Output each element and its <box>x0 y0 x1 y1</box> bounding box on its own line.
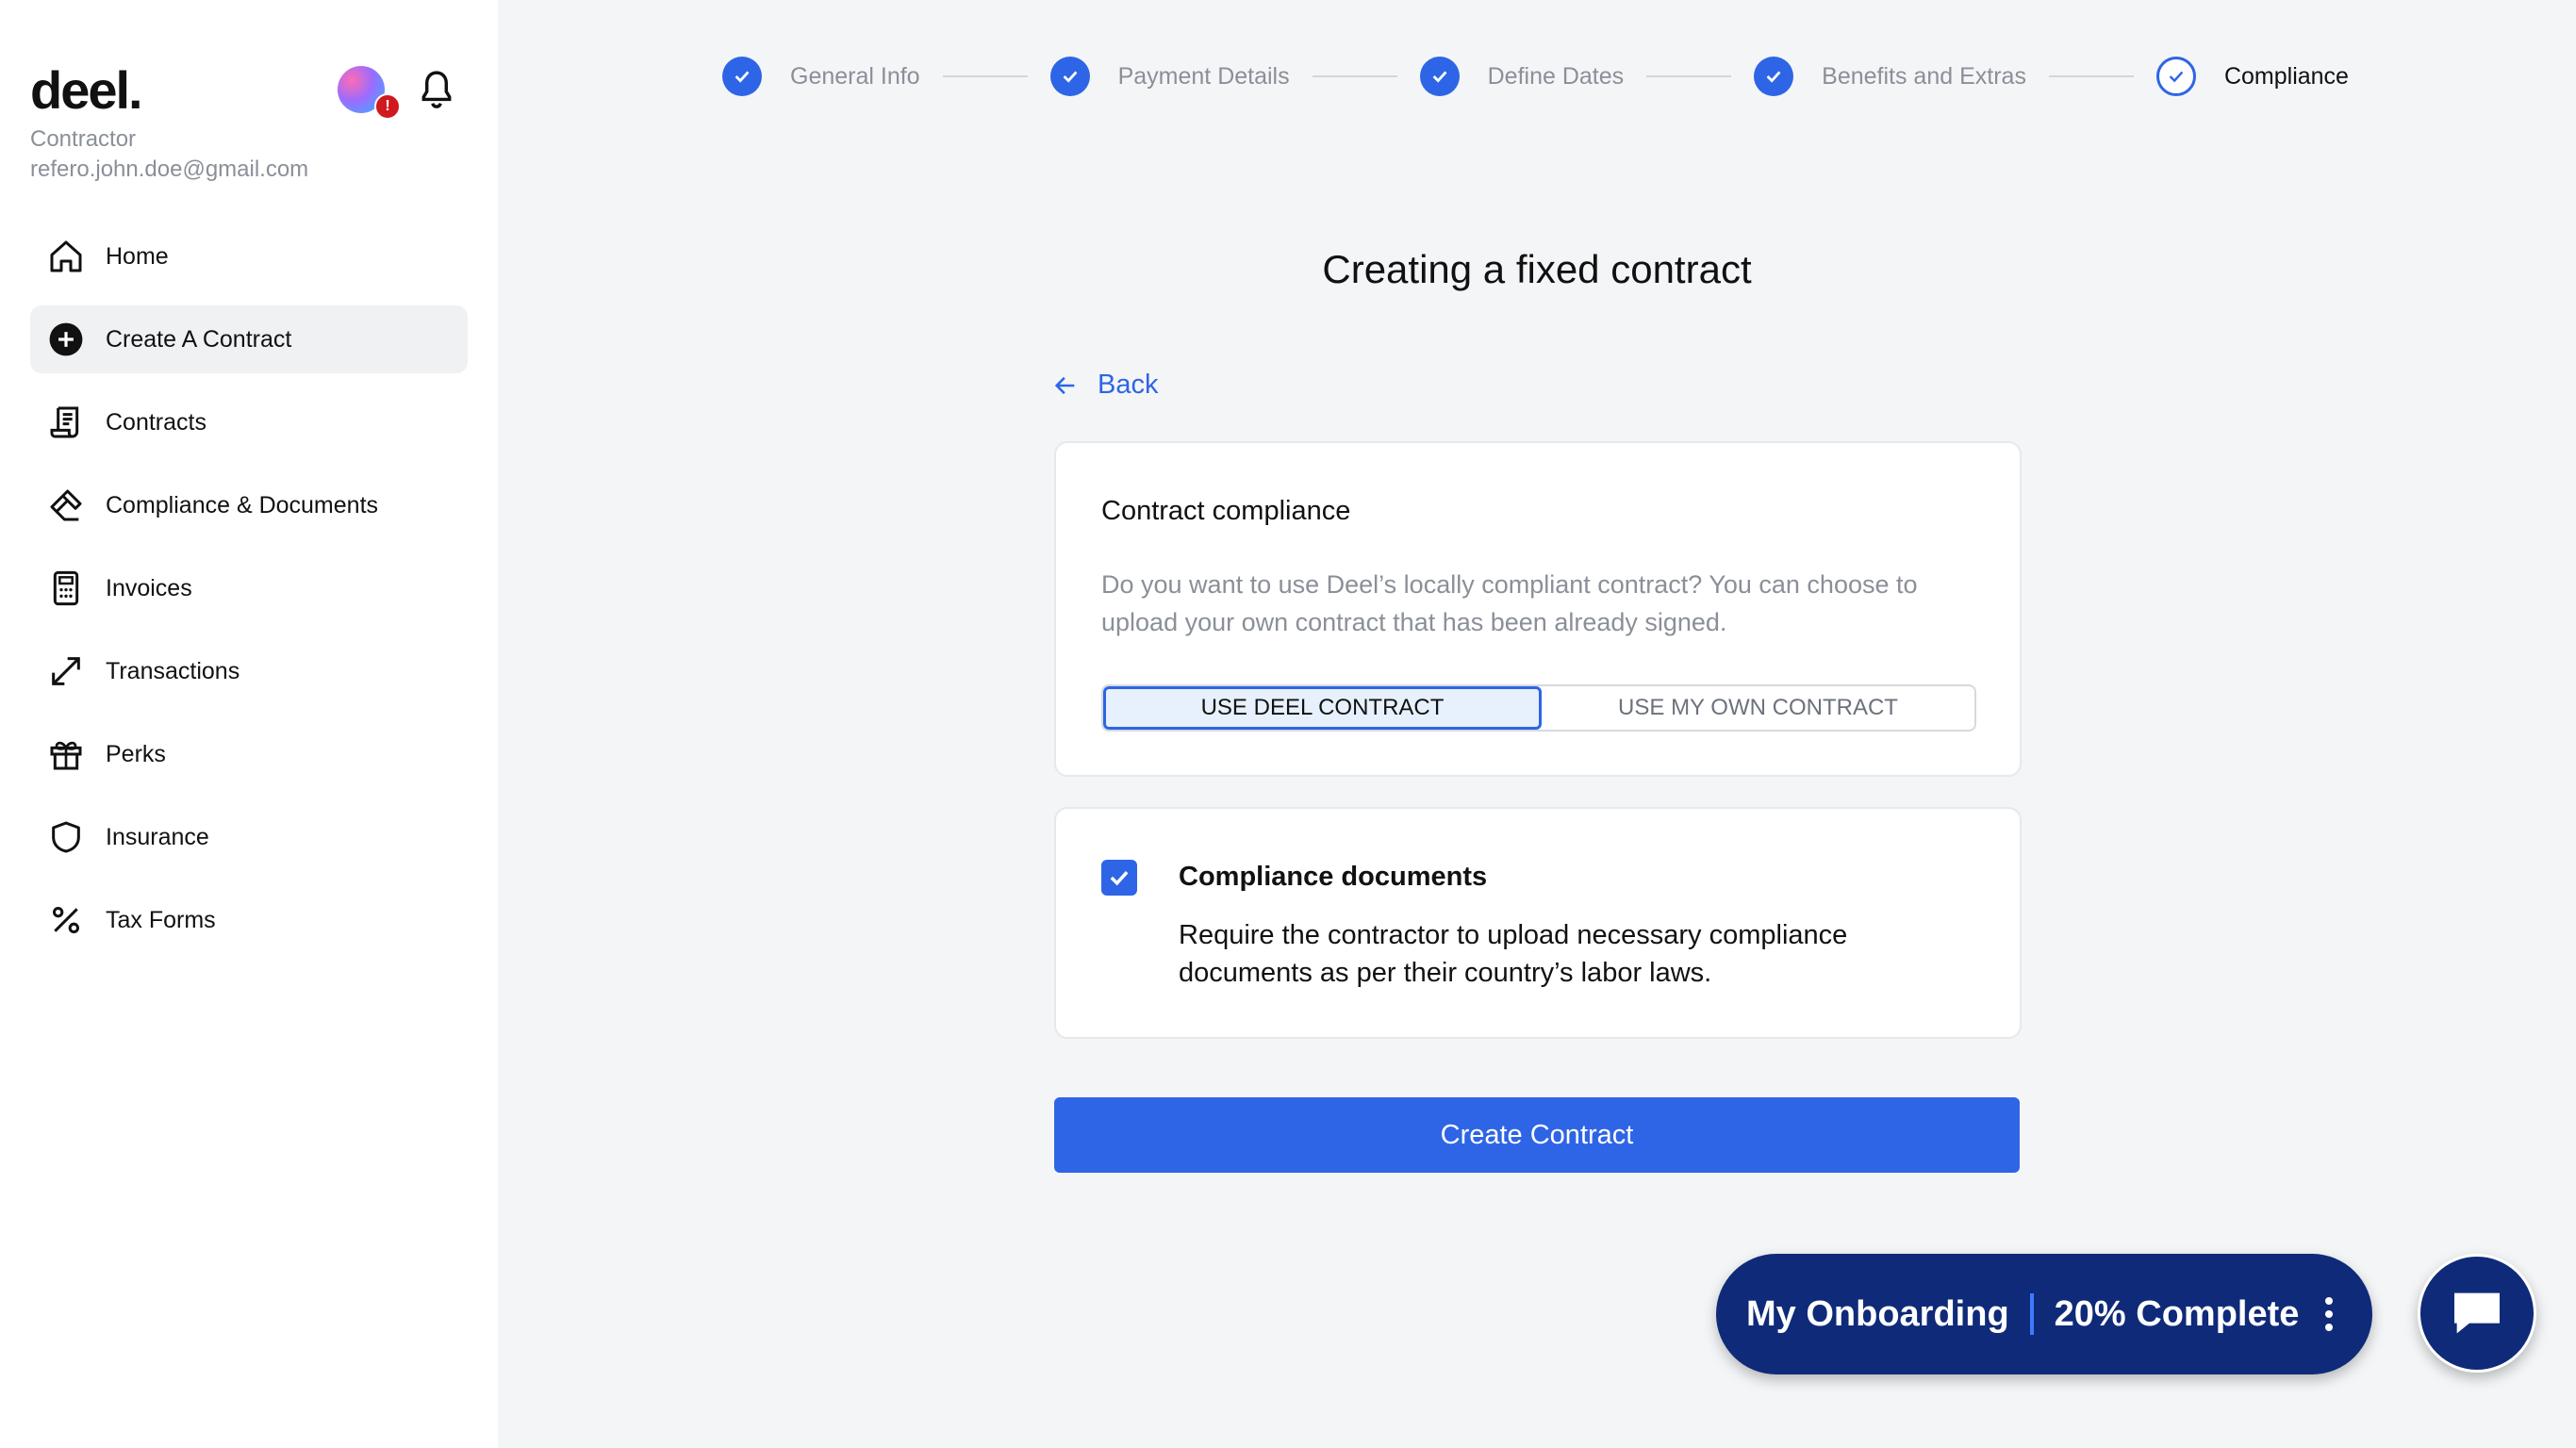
step-connector <box>1646 75 1732 77</box>
sidebar-item-tax-forms[interactable]: Tax Forms <box>30 886 468 954</box>
step-connector <box>1312 75 1397 77</box>
sidebar-item-contracts[interactable]: Contracts <box>30 388 468 456</box>
check-circle-outline-icon <box>2155 57 2196 96</box>
onboarding-progress: 20% Complete <box>2054 1293 2300 1334</box>
step-payment-details[interactable]: Payment Details <box>1049 57 1290 96</box>
check-circle-icon <box>1419 57 1460 96</box>
avatar-alert-badge: ! <box>374 93 401 120</box>
step-connector <box>942 75 1028 77</box>
divider <box>2029 1293 2034 1335</box>
contract-compliance-card: Contract compliance Do you want to use D… <box>1054 441 2022 777</box>
shield-icon <box>45 816 87 858</box>
calculator-icon <box>45 568 87 609</box>
sidebar-item-label: Contracts <box>106 408 206 436</box>
sidebar-nav: Home Create A Contract Contracts Complia… <box>30 222 468 969</box>
sidebar-item-create-contract[interactable]: Create A Contract <box>30 305 468 373</box>
sidebar-item-compliance-documents[interactable]: Compliance & Documents <box>30 471 468 539</box>
use-deel-contract-option[interactable]: USE DEEL CONTRACT <box>1103 686 1542 730</box>
sidebar-item-label: Transactions <box>106 657 240 684</box>
user-role: Contractor <box>30 126 137 152</box>
gift-icon <box>45 733 87 775</box>
create-contract-button[interactable]: Create Contract <box>1054 1097 2020 1173</box>
page-title: Creating a fixed contract <box>1322 247 1752 291</box>
sidebar-item-perks[interactable]: Perks <box>30 720 468 788</box>
chat-bubble-icon <box>2454 1292 2500 1334</box>
percent-icon <box>45 899 87 941</box>
compliance-documents-checkbox[interactable] <box>1101 860 1137 896</box>
chat-button[interactable] <box>2418 1254 2536 1373</box>
card-description: Do you want to use Deel’s locally compli… <box>1101 570 1918 636</box>
checkmark-icon <box>1110 870 1129 886</box>
sidebar-item-home[interactable]: Home <box>30 222 468 290</box>
step-label: General Info <box>790 62 920 90</box>
deel-logo[interactable]: deel. <box>30 64 143 117</box>
card-heading: Contract compliance <box>1101 496 1351 526</box>
step-connector <box>2048 75 2134 77</box>
step-benefits-extras[interactable]: Benefits and Extras <box>1754 57 2026 96</box>
sidebar-item-label: Home <box>106 242 169 270</box>
sidebar-item-label: Create A Contract <box>106 325 292 353</box>
step-label: Define Dates <box>1487 62 1625 90</box>
progress-stepper: General Info Payment Details Define Date… <box>722 55 2349 98</box>
sidebar-item-label: Insurance <box>106 823 209 850</box>
card-heading: Compliance documents <box>1179 862 1488 892</box>
sidebar-item-transactions[interactable]: Transactions <box>30 637 468 705</box>
home-icon <box>45 236 87 277</box>
sidebar-item-insurance[interactable]: Insurance <box>30 803 468 871</box>
sidebar-item-label: Perks <box>106 740 166 767</box>
onboarding-label: My Onboarding <box>1746 1293 2009 1334</box>
user-email: refero.john.doe@gmail.com <box>30 156 309 182</box>
card-description: Require the contractor to upload necessa… <box>1179 920 1848 988</box>
step-general-info[interactable]: General Info <box>722 57 920 96</box>
sidebar-item-label: Tax Forms <box>106 906 216 933</box>
back-label: Back <box>1098 370 1159 400</box>
contract-scroll-icon <box>45 402 87 443</box>
arrows-diagonal-icon <box>45 650 87 692</box>
contract-type-toggle: USE DEEL CONTRACT USE MY OWN CONTRACT <box>1101 684 1976 732</box>
sidebar-item-invoices[interactable]: Invoices <box>30 554 468 622</box>
step-compliance[interactable]: Compliance <box>2155 57 2349 96</box>
step-label: Payment Details <box>1117 62 1290 90</box>
more-vertical-icon[interactable] <box>2325 1297 2334 1331</box>
step-label: Benefits and Extras <box>1822 62 2026 90</box>
arrow-left-icon <box>1054 376 1075 394</box>
onboarding-progress-pill[interactable]: My Onboarding 20% Complete <box>1716 1254 2372 1374</box>
compliance-documents-card: Compliance documents Require the contrac… <box>1054 807 2022 1039</box>
sidebar-item-label: Invoices <box>106 574 192 601</box>
back-link[interactable]: Back <box>1052 370 1158 401</box>
check-circle-icon <box>1754 57 1794 96</box>
plus-circle-icon <box>45 319 87 360</box>
step-label: Compliance <box>2223 62 2349 90</box>
gavel-icon <box>45 485 87 526</box>
sidebar: deel. Contractor refero.john.doe@gmail.c… <box>0 0 498 1448</box>
check-circle-icon <box>1049 57 1090 96</box>
bell-icon[interactable] <box>417 68 456 113</box>
check-circle-icon <box>722 57 762 96</box>
sidebar-item-label: Compliance & Documents <box>106 491 379 518</box>
step-define-dates[interactable]: Define Dates <box>1419 57 1625 96</box>
use-own-contract-option[interactable]: USE MY OWN CONTRACT <box>1542 686 1974 730</box>
